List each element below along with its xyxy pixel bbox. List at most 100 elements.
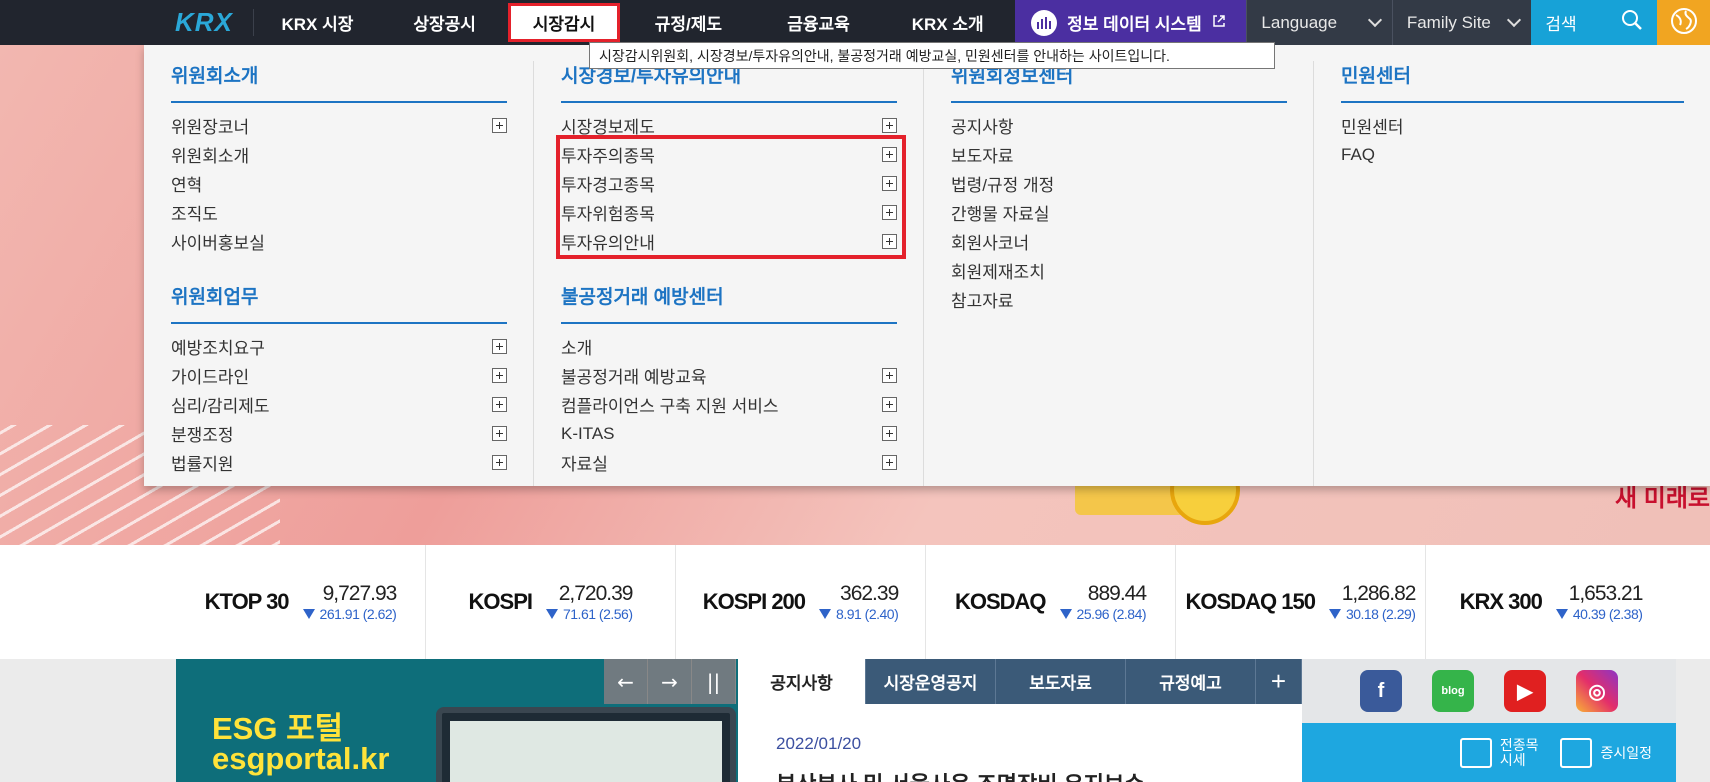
menu-item[interactable]: 컴플라이언스 구축 지원 서비스	[561, 390, 897, 419]
menu-item[interactable]: 사이버홍보실	[171, 227, 507, 256]
index-item[interactable]: KOSPI 2,720.39 71.61 (2.56)	[426, 545, 676, 659]
menu-item[interactable]: 참고자료	[951, 285, 1287, 314]
index-name: KOSDAQ 150	[1185, 589, 1316, 614]
menu-item[interactable]: 예방조치요구	[171, 332, 507, 361]
menu-column-complaints: 민원센터 민원센터 FAQ	[1314, 61, 1710, 486]
search-button[interactable]: 검색	[1531, 0, 1658, 45]
menu-item[interactable]: 보도자료	[951, 140, 1287, 169]
plus-icon[interactable]	[492, 368, 507, 383]
menu-heading-committee-intro[interactable]: 위원회소개	[171, 61, 507, 103]
menu-item[interactable]: 연혁	[171, 169, 507, 198]
menu-item[interactable]: 소개	[561, 332, 897, 361]
menu-heading-complaints[interactable]: 민원센터	[1341, 61, 1684, 103]
facebook-icon[interactable]: f	[1360, 670, 1402, 712]
globe-button[interactable]	[1657, 0, 1710, 45]
nav-financial-education[interactable]: 금융교육	[757, 0, 880, 45]
news-headline[interactable]: 부산본사 및 서울사옥 조명장비 유지보수	[776, 767, 1145, 782]
index-change: 71.61 (2.56)	[545, 606, 633, 622]
index-item[interactable]: KRX 300 1,653.21 40.39 (2.38)	[1426, 545, 1676, 659]
plus-icon[interactable]	[492, 426, 507, 441]
menu-item[interactable]: 분쟁조정	[171, 419, 507, 448]
menu-item-label: 위원회소개	[171, 147, 250, 166]
tab-press-release[interactable]: 보도자료	[996, 659, 1126, 704]
menu-item[interactable]: 위원장코너	[171, 111, 507, 140]
tab-notices[interactable]: 공지사항	[738, 659, 866, 704]
plus-icon[interactable]	[492, 339, 507, 354]
plus-icon[interactable]	[882, 118, 897, 133]
menu-item[interactable]: 조직도	[171, 198, 507, 227]
search-label: 검색	[1545, 15, 1577, 35]
menu-item-label: 소개	[561, 339, 593, 358]
menu-item[interactable]: 위원회소개	[171, 140, 507, 169]
more-button[interactable]: +	[1256, 659, 1302, 704]
plus-icon[interactable]	[492, 397, 507, 412]
plus-icon[interactable]	[492, 118, 507, 133]
menu-item[interactable]: 민원센터	[1341, 111, 1684, 140]
index-item[interactable]: KOSPI 200 362.39 8.91 (2.40)	[676, 545, 926, 659]
youtube-icon[interactable]: ▶	[1504, 670, 1546, 712]
menu-item-label: 투자주의종목	[561, 147, 655, 166]
menu-item[interactable]: K-ITAS	[561, 419, 897, 448]
external-link-icon	[1212, 14, 1226, 31]
down-triangle-icon	[1555, 609, 1568, 619]
menu-item[interactable]: 간행물 자료실	[951, 198, 1287, 227]
menu-item-label: 보도자료	[951, 147, 1014, 166]
menu-item[interactable]: 불공정거래 예방교육	[561, 361, 897, 390]
index-price: 1,286.82	[1341, 582, 1417, 605]
data-system-link[interactable]: 정보 데이터 시스템	[1015, 0, 1247, 45]
index-item[interactable]: KTOP 30 9,727.93 261.91 (2.62)	[176, 545, 426, 659]
menu-item[interactable]: FAQ	[1341, 140, 1684, 169]
plus-icon[interactable]	[882, 426, 897, 441]
instagram-icon[interactable]: ◎	[1576, 670, 1618, 712]
index-values: 889.44 25.96 (2.84)	[1059, 582, 1147, 622]
menu-item[interactable]: 투자주의종목	[561, 140, 897, 169]
menu-item[interactable]: 회원사코너	[951, 227, 1287, 256]
menu-item[interactable]: 공지사항	[951, 111, 1287, 140]
language-dropdown[interactable]: Language	[1246, 0, 1392, 45]
tab-rule-preview[interactable]: 규정예고	[1126, 659, 1256, 704]
menu-heading-prevention-center[interactable]: 불공정거래 예방센터	[561, 282, 897, 324]
family-site-dropdown[interactable]: Family Site	[1391, 0, 1532, 45]
plus-icon[interactable]	[882, 368, 897, 383]
menu-item-label: 자료실	[561, 455, 608, 474]
quick-all-stocks[interactable]: 전종목 시세	[1459, 737, 1538, 768]
menu-item[interactable]: 법령/규정 개정	[951, 169, 1287, 198]
menu-item[interactable]: 투자경고종목	[561, 169, 897, 198]
nav-krx-about[interactable]: KRX 소개	[880, 0, 1015, 45]
menu-item[interactable]: 투자유의안내	[561, 227, 897, 256]
menu-item-label: 연혁	[171, 176, 203, 195]
nav-krx-market[interactable]: KRX 시장	[254, 0, 381, 45]
index-values: 2,720.39 71.61 (2.56)	[545, 582, 633, 622]
krx-logo[interactable]: KRX	[0, 0, 253, 45]
banner-pause-button[interactable]: ||	[692, 659, 736, 704]
menu-item[interactable]: 투자위험종목	[561, 198, 897, 227]
menu-item[interactable]: 자료실	[561, 448, 897, 477]
menu-item[interactable]: 법률지원	[171, 448, 507, 477]
banner-prev-button[interactable]: ←	[604, 659, 648, 704]
index-name: KOSDAQ	[954, 589, 1047, 614]
menu-heading-committee-work[interactable]: 위원회업무	[171, 282, 507, 324]
nav-regulations[interactable]: 규정/제도	[620, 0, 757, 45]
menu-item[interactable]: 회원제재조치	[951, 256, 1287, 285]
tab-market-operation[interactable]: 시장운영공지	[866, 659, 996, 704]
chevron-down-icon	[1367, 12, 1382, 28]
plus-icon[interactable]	[882, 397, 897, 412]
nav-market-surveillance[interactable]: 시장감시	[508, 3, 620, 42]
index-values: 362.39 8.91 (2.40)	[819, 582, 899, 622]
quick-schedule[interactable]: 증시일정	[1560, 737, 1652, 768]
plus-icon[interactable]	[492, 455, 507, 470]
plus-icon[interactable]	[882, 147, 897, 162]
nav-listing-disclosure[interactable]: 상장공시	[381, 0, 508, 45]
chart-board-icon	[1459, 737, 1492, 768]
index-item[interactable]: KOSDAQ 889.44 25.96 (2.84)	[926, 545, 1176, 659]
plus-icon[interactable]	[882, 205, 897, 220]
plus-icon[interactable]	[882, 455, 897, 470]
menu-item[interactable]: 시장경보제도	[561, 111, 897, 140]
plus-icon[interactable]	[882, 176, 897, 191]
menu-item[interactable]: 심리/감리제도	[171, 390, 507, 419]
plus-icon[interactable]	[882, 234, 897, 249]
index-item[interactable]: KOSDAQ 150 1,286.82 30.18 (2.29)	[1176, 545, 1426, 659]
banner-next-button[interactable]: →	[648, 659, 692, 704]
blog-icon[interactable]: blog	[1432, 670, 1474, 712]
menu-item[interactable]: 가이드라인	[171, 361, 507, 390]
